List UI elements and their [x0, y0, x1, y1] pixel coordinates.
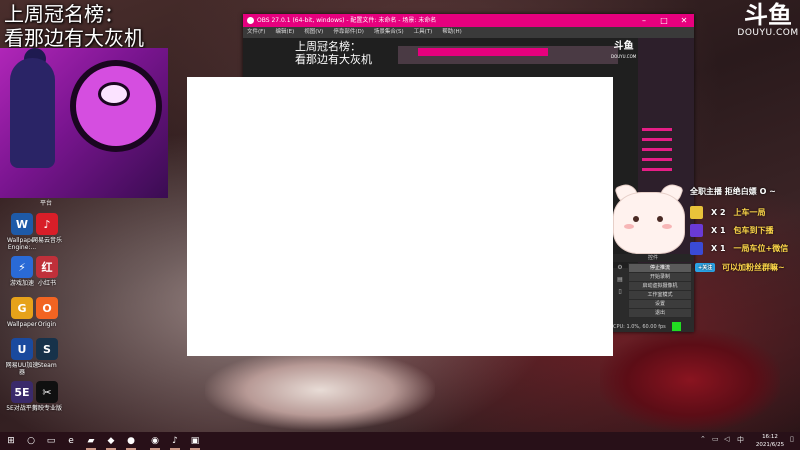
obs-menu-item[interactable]: 视图(V) — [304, 29, 323, 35]
folder-icon[interactable]: ▣ — [188, 434, 202, 450]
jianying-icon: ✂ — [36, 381, 58, 403]
desktop-shortcut-label: Steam — [37, 362, 57, 369]
nested-preview — [398, 46, 618, 64]
desktop-shortcut-label: 网易云音乐 — [31, 237, 62, 244]
artwork-caption: 平台 — [40, 200, 53, 207]
wallpaper-figure — [205, 350, 435, 430]
obs-status-text: CPU: 1.0%, 60.00 fps — [613, 324, 666, 330]
taskbar: ⊞ ○ ▭ e ▰ ◆ ● ◉ ♪ ▣ ⌃ ▭ ◁ 中 16:12 2021/6/25 ▯ — [0, 432, 800, 450]
netease-music-icon[interactable]: ♪ — [168, 434, 182, 450]
cat-mascot — [607, 181, 689, 254]
steam-icon[interactable]: ● — [124, 434, 138, 450]
clock-date: 2021/6/25 — [755, 442, 785, 448]
obs-menu-item[interactable]: 文件(F) — [247, 29, 265, 35]
follow-text: 可以加粉丝群嘛~ — [722, 263, 785, 272]
artwork-eye — [98, 82, 130, 106]
taskbar-clock[interactable]: 16:12 2021/6/25 — [752, 433, 788, 449]
nested-title-line2: 看那边有大灰机 — [295, 53, 372, 66]
notification-icon[interactable]: ▯ — [790, 435, 794, 443]
volume-icon[interactable]: ◁ — [724, 435, 729, 443]
desktop-shortcut[interactable]: ✂ 剪映专业版 — [29, 381, 65, 412]
gift-description: 上车一局 — [733, 208, 766, 217]
maximize-icon[interactable]: □ — [654, 14, 674, 27]
network-icon[interactable]: ▭ — [712, 435, 719, 443]
gift-multiplier: X 2 — [711, 208, 726, 217]
wallpaper-cloth — [600, 330, 780, 430]
file-explorer-icon[interactable]: ▰ — [84, 434, 98, 450]
douyu-logo-sub: DOUYU.COM — [737, 28, 799, 38]
lock-icon[interactable]: ▯ — [616, 288, 624, 296]
close-icon[interactable]: ✕ — [674, 14, 694, 27]
announcement-text: 全职主播 拒绝白嫖 O ~ — [690, 187, 776, 196]
desktop-shortcut-label: 小红书 — [37, 280, 56, 287]
steam-icon: S — [36, 338, 58, 360]
gift-rocket-icon — [690, 224, 703, 237]
obs-menu-item[interactable]: 编辑(E) — [275, 29, 294, 35]
obs-app-icon — [247, 17, 254, 24]
obs-control-button[interactable]: 退出 — [628, 308, 692, 318]
controls-dock-header: 控件 — [613, 254, 693, 262]
stream-artwork — [0, 48, 168, 198]
gift-row: X 2 上车一局 — [690, 206, 766, 220]
artwork-face — [70, 60, 162, 152]
chevron-up-icon[interactable]: ⌃ — [700, 435, 706, 443]
desktop-shortcut[interactable]: 红小红书 — [29, 256, 65, 287]
obs-statusbar: CPU: 1.0%, 60.00 fps — [613, 322, 693, 332]
clock-time: 16:12 — [762, 434, 778, 440]
minimize-icon[interactable]: – — [634, 14, 654, 27]
gift-row: X 1 包车到下播 — [690, 224, 774, 238]
stream-title-line2: 看那边有大灰机 — [4, 26, 144, 50]
stream-title: 上周冠名榜： 看那边有大灰机 — [4, 2, 144, 50]
desktop-shortcut-label: 剪映专业版 — [31, 405, 62, 412]
mixer-icon[interactable]: ▤ — [616, 276, 624, 284]
blank-window[interactable] — [187, 77, 613, 356]
edge-icon[interactable]: e — [64, 434, 78, 448]
gift-description: 一局车位+微信 — [733, 244, 789, 253]
obs-menu-item[interactable]: 工具(T) — [414, 29, 433, 35]
ime-icon[interactable]: 中 — [737, 435, 744, 445]
obs-menu-item[interactable]: 帮助(H) — [442, 29, 461, 35]
app-icon[interactable]: ◆ — [104, 434, 118, 450]
desktop-shortcut[interactable]: S Steam — [29, 338, 65, 369]
desktop-shortcut[interactable]: O Origin — [29, 297, 65, 328]
settings-gear-icon[interactable]: ⚙ — [616, 264, 624, 272]
app-icon: 红 — [36, 256, 58, 278]
desktop-shortcut[interactable]: ♪ 网易云音乐 — [29, 213, 65, 244]
netease-music-icon: ♪ — [36, 213, 58, 235]
stream-status-indicator — [672, 322, 681, 331]
follow-row: +关注 可以加粉丝群嘛~ — [695, 262, 785, 273]
obs-icon[interactable]: ◉ — [148, 434, 162, 450]
gift-description: 包车到下播 — [733, 226, 774, 235]
search-icon[interactable]: ○ — [24, 434, 38, 448]
obs-menu-item[interactable]: 场景集合(S) — [374, 29, 404, 35]
gift-multiplier: X 1 — [711, 244, 726, 253]
start-button[interactable]: ⊞ — [4, 434, 18, 448]
origin-icon: O — [36, 297, 58, 319]
obs-menu-item[interactable]: 停靠部件(D) — [333, 29, 364, 35]
gift-yacht-icon — [690, 206, 703, 219]
douyu-logo: 斗鱼 DOUYU.COM — [736, 2, 800, 38]
obs-titlebar[interactable]: OBS 27.0.1 (64-bit, windows) - 配置文件: 未命名… — [243, 14, 694, 27]
gift-plane-icon — [690, 242, 703, 255]
task-view-icon[interactable]: ▭ — [44, 434, 58, 448]
follow-badge: +关注 — [695, 263, 716, 272]
artwork-figure — [10, 58, 55, 168]
desktop-shortcut-label: Origin — [37, 321, 57, 328]
gift-multiplier: X 1 — [711, 226, 726, 235]
obs-menubar: 文件(F) 编辑(E) 视图(V) 停靠部件(D) 场景集合(S) 工具(T) 帮助(H) — [243, 27, 694, 38]
nested-logo-sub: DOUYU.COM — [611, 54, 637, 59]
douyu-logo-text: 斗鱼 — [744, 1, 792, 29]
nested-title-line1: 上周冠名榜： — [295, 40, 361, 53]
stream-title-line1: 上周冠名榜： — [4, 2, 124, 26]
nested-douyu-logo: 斗鱼 DOUYU.COM — [611, 42, 636, 62]
nested-logo-text: 斗鱼 — [613, 41, 634, 52]
obs-window-title: OBS 27.0.1 (64-bit, windows) - 配置文件: 未命名… — [257, 17, 437, 24]
gift-row: X 1 一局车位+微信 — [690, 242, 788, 256]
nested-stream-title: 上周冠名榜： 看那边有大灰机 — [295, 40, 372, 66]
